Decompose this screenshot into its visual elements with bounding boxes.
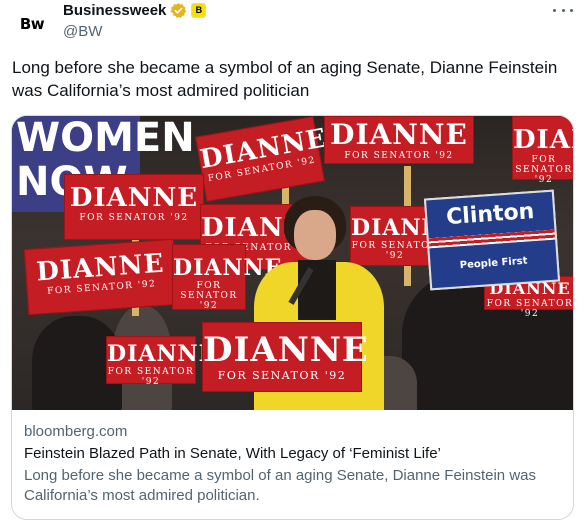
clinton-sign-slogan: People First	[429, 239, 558, 289]
tweet-header: Businessweek B @BW	[63, 0, 207, 40]
card-description: Long before she became a symbol of an ag…	[24, 467, 536, 504]
dianne-sign: DIANNE FOR SENATOR '92	[195, 116, 329, 202]
verified-badge-icon[interactable]	[170, 2, 187, 19]
display-name[interactable]: Businessweek	[63, 2, 166, 19]
avatar-logo-text: Bw	[19, 15, 45, 33]
card-body[interactable]: bloomberg.com Feinstein Blazed Path in S…	[12, 410, 573, 506]
women-sign-line1: WOMEN	[16, 116, 195, 161]
dianne-sign: DIANNE FOR SENATOR '92	[64, 174, 204, 240]
podium-dianne-sign: DIANNE FOR SENATOR '92	[202, 322, 368, 392]
avatar[interactable]: Bw	[12, 4, 52, 44]
card-domain: bloomberg.com	[24, 423, 128, 440]
card-image[interactable]: WOMEN NOW DIANNE FOR SENATOR '92 DIANNE …	[12, 116, 573, 410]
clinton-sign: Clinton People First	[423, 189, 561, 291]
dianne-sign: DIANNE FOR SENATOR '92	[512, 116, 573, 185]
name-row: Businessweek B	[63, 0, 207, 20]
affiliate-badge-icon[interactable]: B	[191, 2, 207, 18]
dianne-sign: DIANNE FOR SENATOR '92	[106, 336, 215, 387]
dianne-sign: DIANNE FOR SENATOR '92	[324, 116, 474, 164]
dianne-sign: DIANNE FOR SENATOR '92	[23, 238, 179, 316]
link-card[interactable]: WOMEN NOW DIANNE FOR SENATOR '92 DIANNE …	[11, 115, 574, 520]
card-title[interactable]: Feinstein Blazed Path in Senate, With Le…	[24, 444, 561, 464]
dianne-sign: DIANNE FOR SENATOR '92	[172, 244, 281, 311]
more-options-icon[interactable]	[553, 3, 573, 17]
tweet-text: Long before she became a symbol of an ag…	[12, 58, 558, 100]
user-handle[interactable]: @BW	[63, 23, 206, 40]
